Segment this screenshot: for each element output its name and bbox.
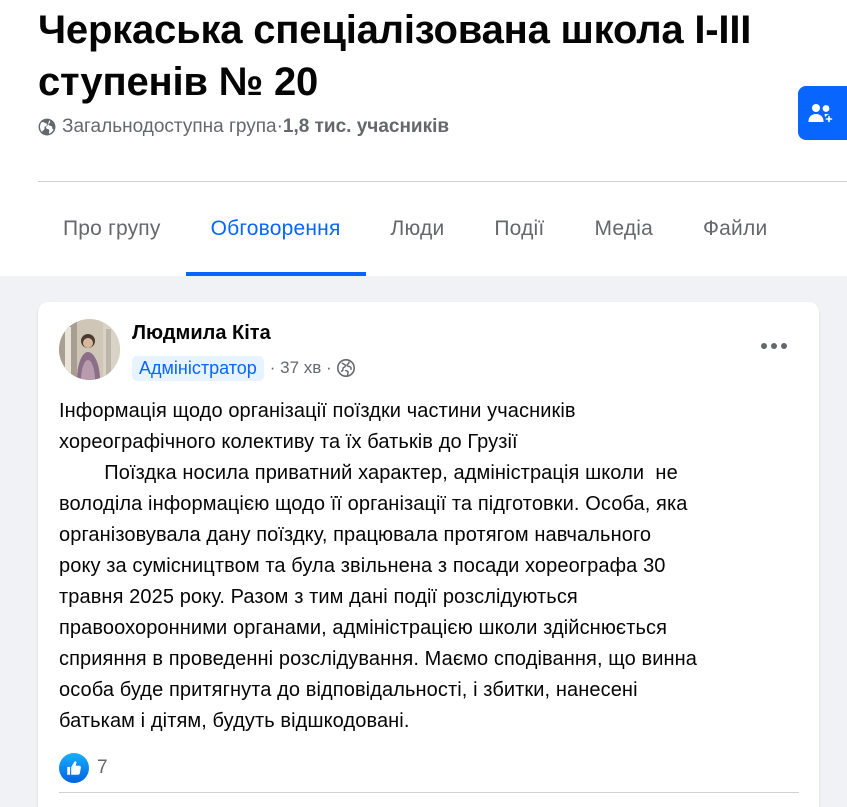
post-card: Людмила Кіта Адміністратор · 37 хв · Інф… (38, 302, 819, 807)
tab-files[interactable]: Файли (678, 182, 792, 276)
reaction-summary[interactable]: 7 (59, 753, 108, 783)
tab-discussion[interactable]: Обговорення (185, 182, 366, 276)
group-header: Черкаська спеціалізована школа I-III сту… (0, 0, 847, 276)
post-meta: Адміністратор · 37 хв · (132, 355, 355, 381)
globe-icon (336, 359, 355, 377)
member-count[interactable]: 1,8 тис. учасників (283, 116, 449, 138)
more-options-icon (761, 343, 787, 349)
group-tabs: Про групу Обговорення Люди Події Медіа Ф… (38, 182, 847, 276)
tab-about[interactable]: Про групу (38, 182, 186, 276)
more-options-button[interactable] (756, 334, 792, 358)
people-icon (808, 104, 834, 124)
tab-people[interactable]: Люди (366, 182, 470, 276)
globe-icon (38, 118, 56, 136)
post-author[interactable]: Людмила Кіта (132, 322, 271, 345)
post-body: Інформація щодо організації поїздки част… (59, 400, 698, 732)
group-meta: Загальнодоступна група · 1,8 тис. учасни… (38, 116, 449, 138)
author-avatar[interactable] (59, 319, 120, 380)
tab-media[interactable]: Медіа (569, 182, 678, 276)
join-group-button[interactable] (798, 86, 847, 140)
post-divider (59, 792, 799, 793)
like-icon (59, 753, 89, 783)
admin-badge[interactable]: Адміністратор (132, 355, 264, 381)
privacy-label: Загальнодоступна група (62, 116, 277, 137)
tab-events[interactable]: Події (469, 182, 569, 276)
group-title: Черкаська спеціалізована школа I-III сту… (38, 8, 752, 104)
reaction-count: 7 (97, 757, 108, 778)
post-time[interactable]: · 37 хв · (270, 358, 332, 378)
avatar-image (59, 319, 120, 380)
